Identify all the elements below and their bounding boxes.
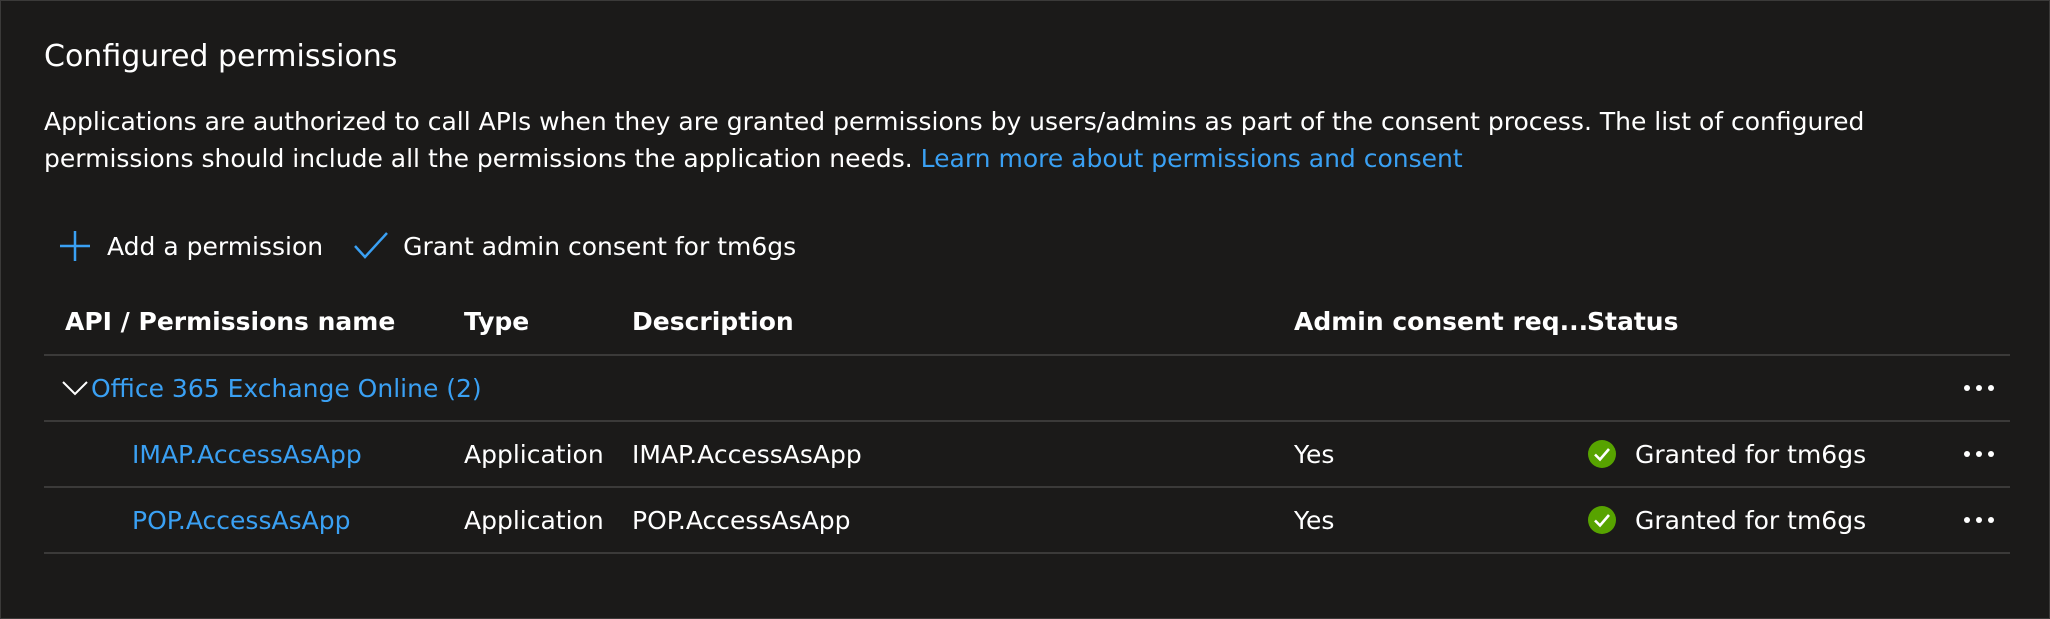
admin-consent-cell: Yes <box>1294 505 1335 535</box>
column-header-admin-consent: Admin consent req... <box>1294 307 1589 336</box>
permissions-panel: Configured permissions Applications are … <box>0 0 2050 619</box>
permission-name-link[interactable]: POP.AccessAsApp <box>132 506 350 535</box>
permission-description-cell: POP.AccessAsApp <box>632 505 851 535</box>
group-label-link[interactable]: Office 365 Exchange Online (2) <box>91 374 482 403</box>
chevron-down-icon[interactable] <box>59 372 91 404</box>
table-header: API / Permissions name Type Description … <box>44 289 2010 356</box>
status-cell: Granted for tm6gs <box>1587 488 1866 552</box>
column-header-type: Type <box>464 307 530 336</box>
toolbar: Add a permission Grant admin consent for… <box>57 223 826 269</box>
group-toggle[interactable]: Office 365 Exchange Online (2) <box>62 372 482 404</box>
table-group-row: Office 365 Exchange Online (2) <box>44 356 2010 422</box>
check-circle-icon <box>1587 439 1617 469</box>
permission-description-cell: IMAP.AccessAsApp <box>632 439 862 469</box>
row-more-button[interactable] <box>1954 488 2004 552</box>
table-row: IMAP.AccessAsApp Application IMAP.Access… <box>44 422 2010 488</box>
permissions-table: API / Permissions name Type Description … <box>44 289 2010 554</box>
check-circle-icon <box>1587 505 1617 535</box>
permission-name-cell: POP.AccessAsApp <box>132 488 350 552</box>
permission-name-cell: IMAP.AccessAsApp <box>132 422 362 486</box>
section-title: Configured permissions <box>44 39 398 74</box>
learn-more-link[interactable]: Learn more about permissions and consent <box>921 144 1463 173</box>
column-header-name: API / Permissions name <box>65 307 396 336</box>
section-description: Applications are authorized to call APIs… <box>44 103 2004 177</box>
add-permission-button[interactable]: Add a permission <box>57 228 323 264</box>
permission-name-link[interactable]: IMAP.AccessAsApp <box>132 440 362 469</box>
group-cell: Office 365 Exchange Online (2) <box>62 356 482 420</box>
column-header-status: Status <box>1587 307 1679 336</box>
plus-icon <box>57 228 93 264</box>
row-more-button[interactable] <box>1954 422 2004 486</box>
status-text: Granted for tm6gs <box>1635 505 1867 535</box>
more-icon <box>1964 451 1994 457</box>
group-more-button[interactable] <box>1954 356 2004 420</box>
admin-consent-cell: Yes <box>1294 439 1335 469</box>
grant-admin-consent-button[interactable]: Grant admin consent for tm6gs <box>353 228 796 264</box>
status-cell: Granted for tm6gs <box>1587 422 1866 486</box>
table-row: POP.AccessAsApp Application POP.AccessAs… <box>44 488 2010 554</box>
column-header-description: Description <box>632 307 794 336</box>
add-permission-label: Add a permission <box>107 231 324 261</box>
more-icon <box>1964 517 1994 523</box>
permission-type-cell: Application <box>464 439 604 469</box>
status-text: Granted for tm6gs <box>1635 439 1867 469</box>
more-icon <box>1964 385 1994 391</box>
checkmark-icon <box>353 228 389 264</box>
grant-admin-consent-label: Grant admin consent for tm6gs <box>403 231 797 261</box>
permission-type-cell: Application <box>464 505 604 535</box>
